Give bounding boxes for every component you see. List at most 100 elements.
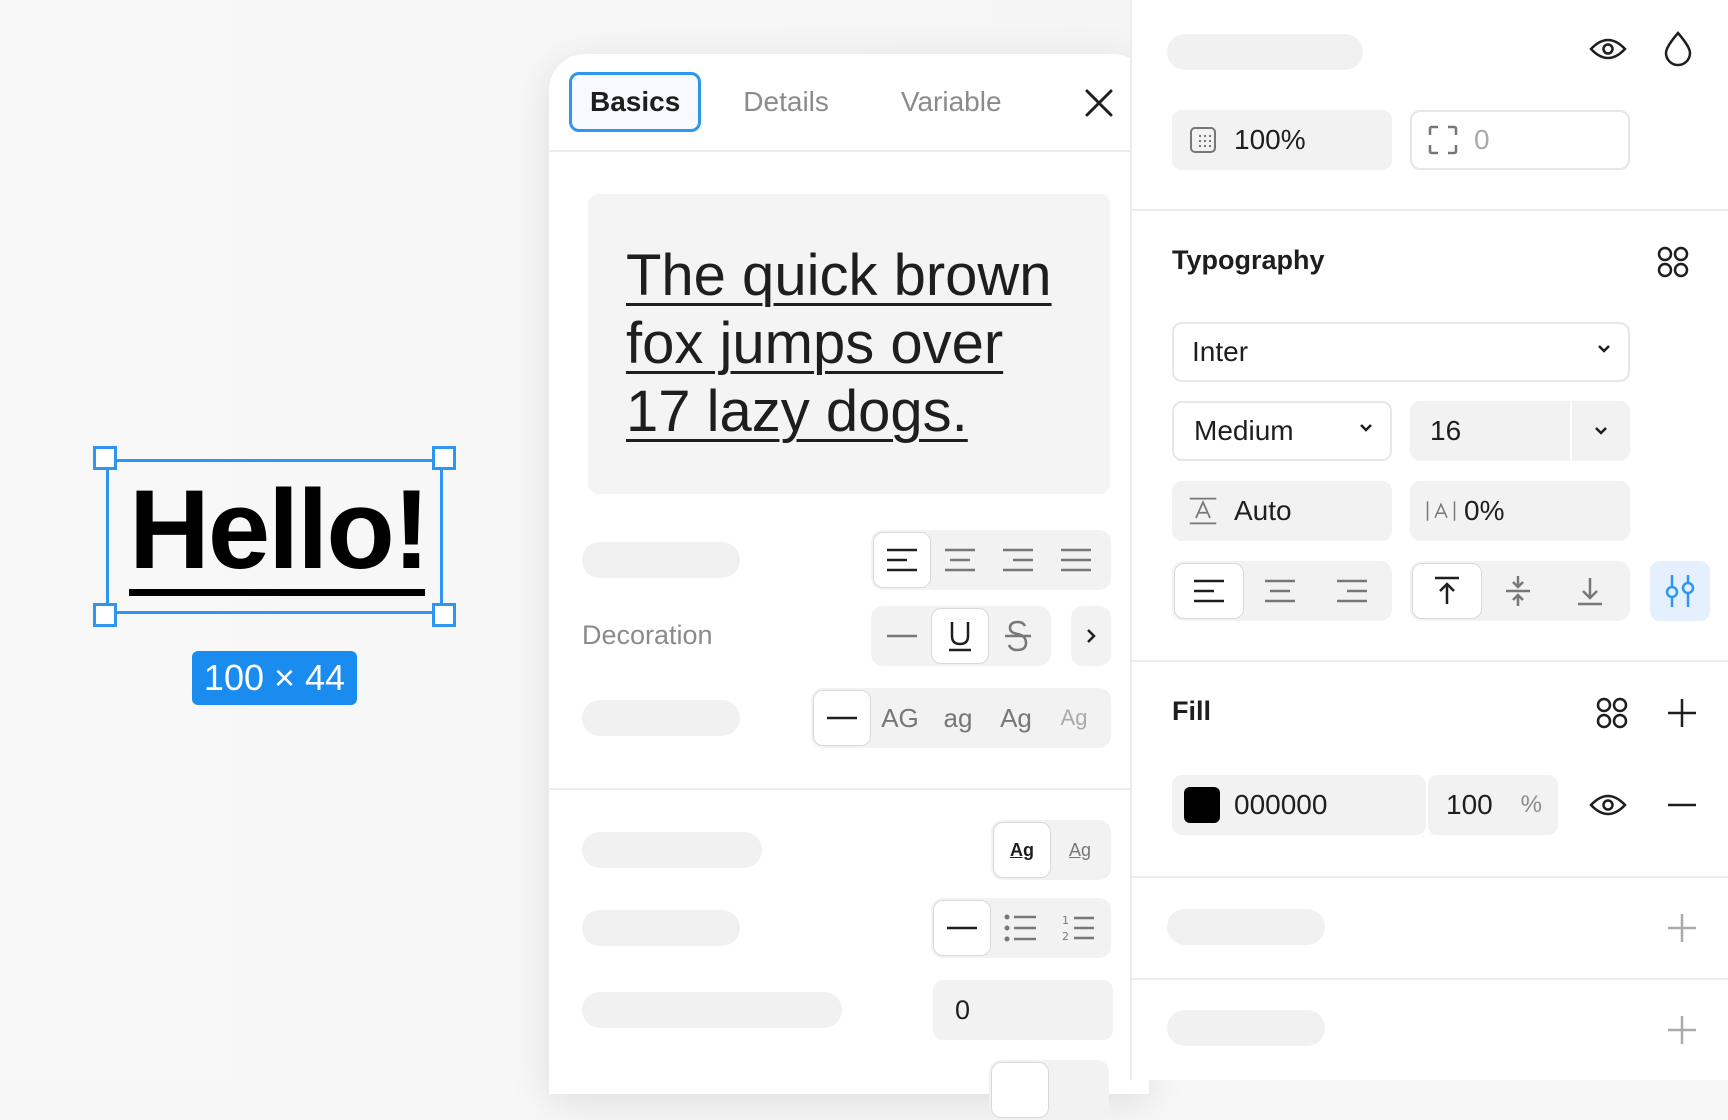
properties-panel: 100% 0 Typography Inter Medium 16 Auto 0… xyxy=(1130,0,1728,1080)
resize-handle-bottom-right[interactable] xyxy=(432,603,456,627)
align-center-icon xyxy=(945,548,975,572)
tab-variable[interactable]: Variable xyxy=(883,72,1020,132)
decoration-more-button[interactable] xyxy=(1071,606,1111,666)
opacity-value: 100% xyxy=(1234,124,1306,155)
dash-icon xyxy=(827,716,857,720)
align-right-button[interactable] xyxy=(989,532,1047,588)
type-settings-button[interactable] xyxy=(1650,561,1710,621)
placeholder-label xyxy=(582,542,740,578)
tab-details[interactable]: Details xyxy=(725,72,847,132)
text-style-option-b[interactable]: Ag xyxy=(1051,822,1109,878)
corner-radius-icon xyxy=(1428,125,1458,155)
uppercase-button[interactable]: AG xyxy=(871,690,929,746)
add-section-button[interactable] xyxy=(1660,906,1704,950)
fill-hex-value: 000000 xyxy=(1234,789,1328,820)
chevron-right-icon xyxy=(1087,629,1096,643)
text-style-popover: Basics Details Variable The quick brown … xyxy=(549,54,1149,1120)
small-caps-button[interactable]: Ag xyxy=(1045,690,1103,746)
tab-basics[interactable]: Basics xyxy=(569,72,702,132)
numbered-list-button[interactable]: 12 xyxy=(1049,900,1107,956)
align-left-button[interactable] xyxy=(873,532,931,588)
align-center-button[interactable] xyxy=(931,532,989,588)
visibility-toggle[interactable] xyxy=(1586,27,1630,71)
align-justify-icon xyxy=(1061,548,1091,572)
fill-styles-button[interactable] xyxy=(1590,691,1634,735)
letter-spacing-icon xyxy=(1426,496,1456,526)
text-style-option-a[interactable]: Ag xyxy=(993,822,1051,878)
letter-spacing-field[interactable]: 0% xyxy=(1410,481,1630,541)
decoration-none-button[interactable] xyxy=(873,608,931,664)
opacity-field[interactable]: 100% xyxy=(1172,110,1392,170)
lowercase-button[interactable]: ag xyxy=(929,690,987,746)
styles-grid-icon xyxy=(1596,697,1628,729)
titlecase-button[interactable]: Ag xyxy=(987,690,1045,746)
placeholder-label xyxy=(582,832,762,868)
align-right-icon xyxy=(1003,548,1033,572)
corner-radius-placeholder: 0 xyxy=(1474,124,1490,155)
list-none-button[interactable] xyxy=(933,900,991,956)
align-justify-button[interactable] xyxy=(1047,532,1105,588)
underline-button[interactable] xyxy=(931,608,989,664)
font-size-field[interactable]: 16 xyxy=(1410,401,1630,461)
v-align-middle-button[interactable] xyxy=(1482,563,1554,619)
h-align-left-button[interactable] xyxy=(1174,563,1244,619)
fill-title: Fill xyxy=(1172,696,1211,726)
paragraph-spacing-input[interactable]: 0 xyxy=(933,980,1113,1040)
plus-icon xyxy=(1668,1016,1696,1044)
vertical-align-control xyxy=(1410,561,1630,621)
font-family-select[interactable]: Inter xyxy=(1172,322,1630,382)
resize-handle-top-right[interactable] xyxy=(432,446,456,470)
placeholder-title xyxy=(1167,34,1363,70)
preview-line: fox jumps over xyxy=(626,311,1004,376)
drop-icon xyxy=(1664,31,1692,67)
v-align-bottom-button[interactable] xyxy=(1554,563,1626,619)
remove-fill-button[interactable] xyxy=(1660,783,1704,827)
align-center-icon xyxy=(1265,579,1295,603)
line-height-field[interactable]: Auto xyxy=(1172,481,1392,541)
resize-handle-top-left[interactable] xyxy=(93,446,117,470)
blend-mode-button[interactable] xyxy=(1656,27,1700,71)
corner-radius-field[interactable]: 0 xyxy=(1410,110,1630,170)
close-button[interactable] xyxy=(1077,81,1121,125)
add-section-button[interactable] xyxy=(1660,1008,1704,1052)
underline-icon xyxy=(949,622,971,652)
strikethrough-button[interactable] xyxy=(989,608,1047,664)
align-left-icon xyxy=(1194,579,1224,603)
partial-option[interactable] xyxy=(991,1062,1049,1118)
fill-opacity-field[interactable]: 100 % xyxy=(1426,775,1558,835)
styles-grid-icon xyxy=(1657,246,1689,278)
typography-title: Typography xyxy=(1172,245,1325,275)
selected-text-layer[interactable]: Hello! xyxy=(93,446,456,627)
fill-color-field[interactable]: 000000 xyxy=(1172,775,1426,835)
typography-styles-button[interactable] xyxy=(1651,240,1695,284)
section-divider xyxy=(1132,978,1728,980)
font-size-dropdown[interactable] xyxy=(1570,401,1630,461)
type-preview: The quick brown fox jumps over 17 lazy d… xyxy=(588,194,1110,494)
v-align-top-button[interactable] xyxy=(1412,563,1482,619)
eye-icon xyxy=(1589,38,1627,60)
align-bottom-icon xyxy=(1578,578,1602,606)
plus-icon xyxy=(1668,914,1696,942)
add-fill-button[interactable] xyxy=(1660,691,1704,735)
fill-visibility-toggle[interactable] xyxy=(1586,783,1630,827)
font-weight-select[interactable]: Medium xyxy=(1172,401,1392,461)
bulleted-list-button[interactable] xyxy=(991,900,1049,956)
case-row: AG ag Ag Ag xyxy=(582,688,1111,748)
h-align-right-button[interactable] xyxy=(1316,563,1388,619)
text-style-row: Ag Ag xyxy=(582,820,1111,880)
font-family-value: Inter xyxy=(1192,336,1249,367)
layer-text[interactable]: Hello! xyxy=(129,468,430,591)
case-control: AG ag Ag Ag xyxy=(811,688,1111,748)
eye-icon xyxy=(1589,794,1627,816)
close-icon xyxy=(1085,89,1113,117)
font-weight-value: Medium xyxy=(1194,415,1294,446)
case-none-button[interactable] xyxy=(813,690,871,746)
fill-opacity-value: 100 xyxy=(1446,789,1493,820)
layer-text-underline xyxy=(129,589,425,596)
h-align-center-button[interactable] xyxy=(1244,563,1316,619)
placeholder-label xyxy=(582,910,740,946)
list-style-row: 12 xyxy=(582,898,1111,958)
decoration-label: Decoration xyxy=(582,620,713,650)
resize-handle-bottom-left[interactable] xyxy=(93,603,117,627)
color-swatch[interactable] xyxy=(1184,787,1220,823)
